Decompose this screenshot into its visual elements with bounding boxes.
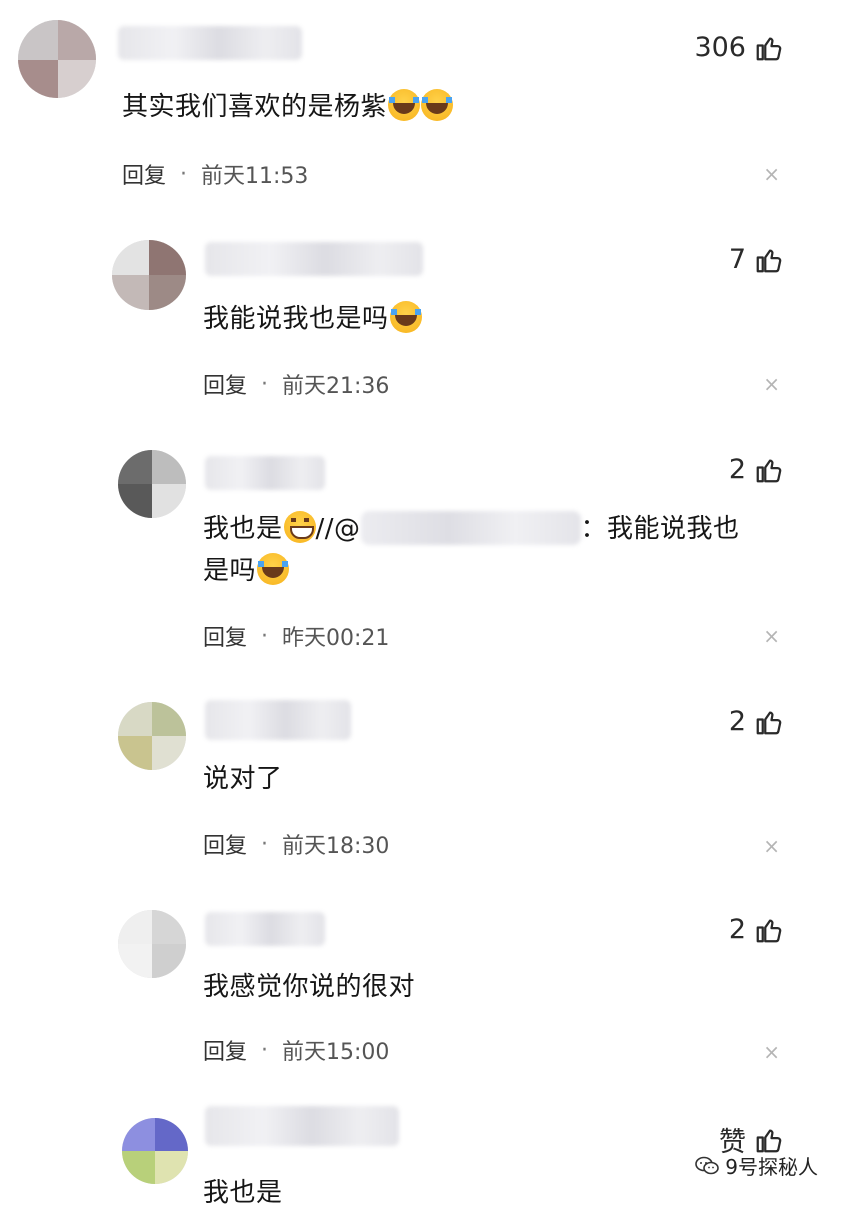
- reply-item: 2 我感觉你说的很对 回复 · 前天15:00 ×: [0, 900, 846, 1100]
- thumbs-up-icon: [756, 37, 782, 60]
- avatar[interactable]: [18, 20, 96, 98]
- username-blurred[interactable]: [205, 912, 325, 946]
- like-button[interactable]: 306: [694, 32, 784, 63]
- grin-emoji: [283, 511, 316, 543]
- reply-button[interactable]: 回复: [203, 1034, 247, 1066]
- comment-meta: 回复 · 前天18:30: [203, 828, 389, 860]
- like-count: 2: [728, 454, 746, 485]
- watermark: 9号探秘人: [695, 1151, 818, 1180]
- close-icon[interactable]: ×: [763, 834, 780, 858]
- avatar[interactable]: [112, 240, 186, 310]
- timestamp: 昨天00:21: [282, 626, 390, 651]
- comment-text: 我感觉你说的很对: [203, 972, 416, 1002]
- comment-text: 说对了: [203, 764, 283, 794]
- like-button[interactable]: 2: [729, 914, 784, 945]
- thumbs-up-icon: [756, 459, 782, 482]
- reply-button[interactable]: 回复: [203, 368, 247, 400]
- comment-meta: 回复 · 前天21:36: [203, 368, 389, 400]
- avatar[interactable]: [118, 450, 186, 518]
- timestamp: 前天18:30: [282, 834, 390, 859]
- comment-meta: 回复 · 前天11:53: [122, 158, 308, 190]
- cry-laugh-emoji: [388, 89, 421, 121]
- username-blurred[interactable]: [205, 700, 351, 740]
- username-blurred[interactable]: [205, 242, 423, 276]
- like-button[interactable]: 7: [729, 244, 784, 275]
- thumbs-up-icon: [756, 249, 782, 272]
- cry-laugh-emoji: [421, 89, 454, 121]
- timestamp: 前天15:00: [282, 1040, 390, 1065]
- reply-item: 2 说对了 回复 · 前天18:30 ×: [0, 692, 846, 892]
- comment-text: 我也是//@ ：我能说我也 是吗: [203, 508, 783, 592]
- cry-laugh-emoji: [257, 553, 290, 585]
- mention-blurred[interactable]: [360, 511, 581, 545]
- cry-laugh-emoji: [389, 301, 422, 333]
- close-icon[interactable]: ×: [763, 162, 780, 186]
- close-icon[interactable]: ×: [763, 624, 780, 648]
- avatar[interactable]: [118, 702, 186, 770]
- comment-text: 我能说我也是吗: [203, 298, 422, 340]
- timestamp: 前天21:36: [282, 374, 390, 399]
- reply-item: 2 我也是//@ ：我能说我也 是吗 回复 · 昨天00:21 ×: [0, 440, 846, 670]
- close-icon[interactable]: ×: [763, 372, 780, 396]
- username-blurred[interactable]: [205, 1106, 399, 1146]
- reply-button[interactable]: 回复: [203, 620, 247, 652]
- wechat-icon: [695, 1156, 720, 1174]
- timestamp: 前天11:53: [201, 164, 309, 189]
- reply-button[interactable]: 回复: [203, 828, 247, 860]
- avatar[interactable]: [118, 910, 186, 978]
- comment-meta: 回复 · 昨天00:21: [203, 620, 389, 652]
- comment-meta: 回复 · 前天15:00: [203, 1034, 389, 1066]
- like-count: 306: [694, 32, 746, 63]
- username-blurred[interactable]: [118, 26, 302, 60]
- username-blurred[interactable]: [205, 456, 325, 490]
- close-icon[interactable]: ×: [763, 1040, 780, 1064]
- thumbs-up-icon: [756, 919, 782, 942]
- thumbs-up-icon: [756, 711, 782, 734]
- like-count: 7: [728, 244, 746, 275]
- like-count: 2: [728, 706, 746, 737]
- reply-item: 7 我能说我也是吗 回复 · 前天21:36 ×: [0, 230, 846, 430]
- comment-text: 其实我们喜欢的是杨紫: [122, 86, 454, 128]
- like-button[interactable]: 2: [729, 706, 784, 737]
- thumbs-up-icon: [756, 1129, 782, 1152]
- reply-button[interactable]: 回复: [122, 158, 166, 190]
- like-count: 2: [728, 914, 746, 945]
- comment-text: 我也是: [203, 1178, 283, 1208]
- avatar[interactable]: [122, 1118, 188, 1184]
- like-button[interactable]: 2: [729, 454, 784, 485]
- comment-item: 306 其实我们喜欢的是杨紫 回复 · 前天11:53 ×: [0, 0, 846, 210]
- watermark-text: 9号探秘人: [725, 1155, 818, 1179]
